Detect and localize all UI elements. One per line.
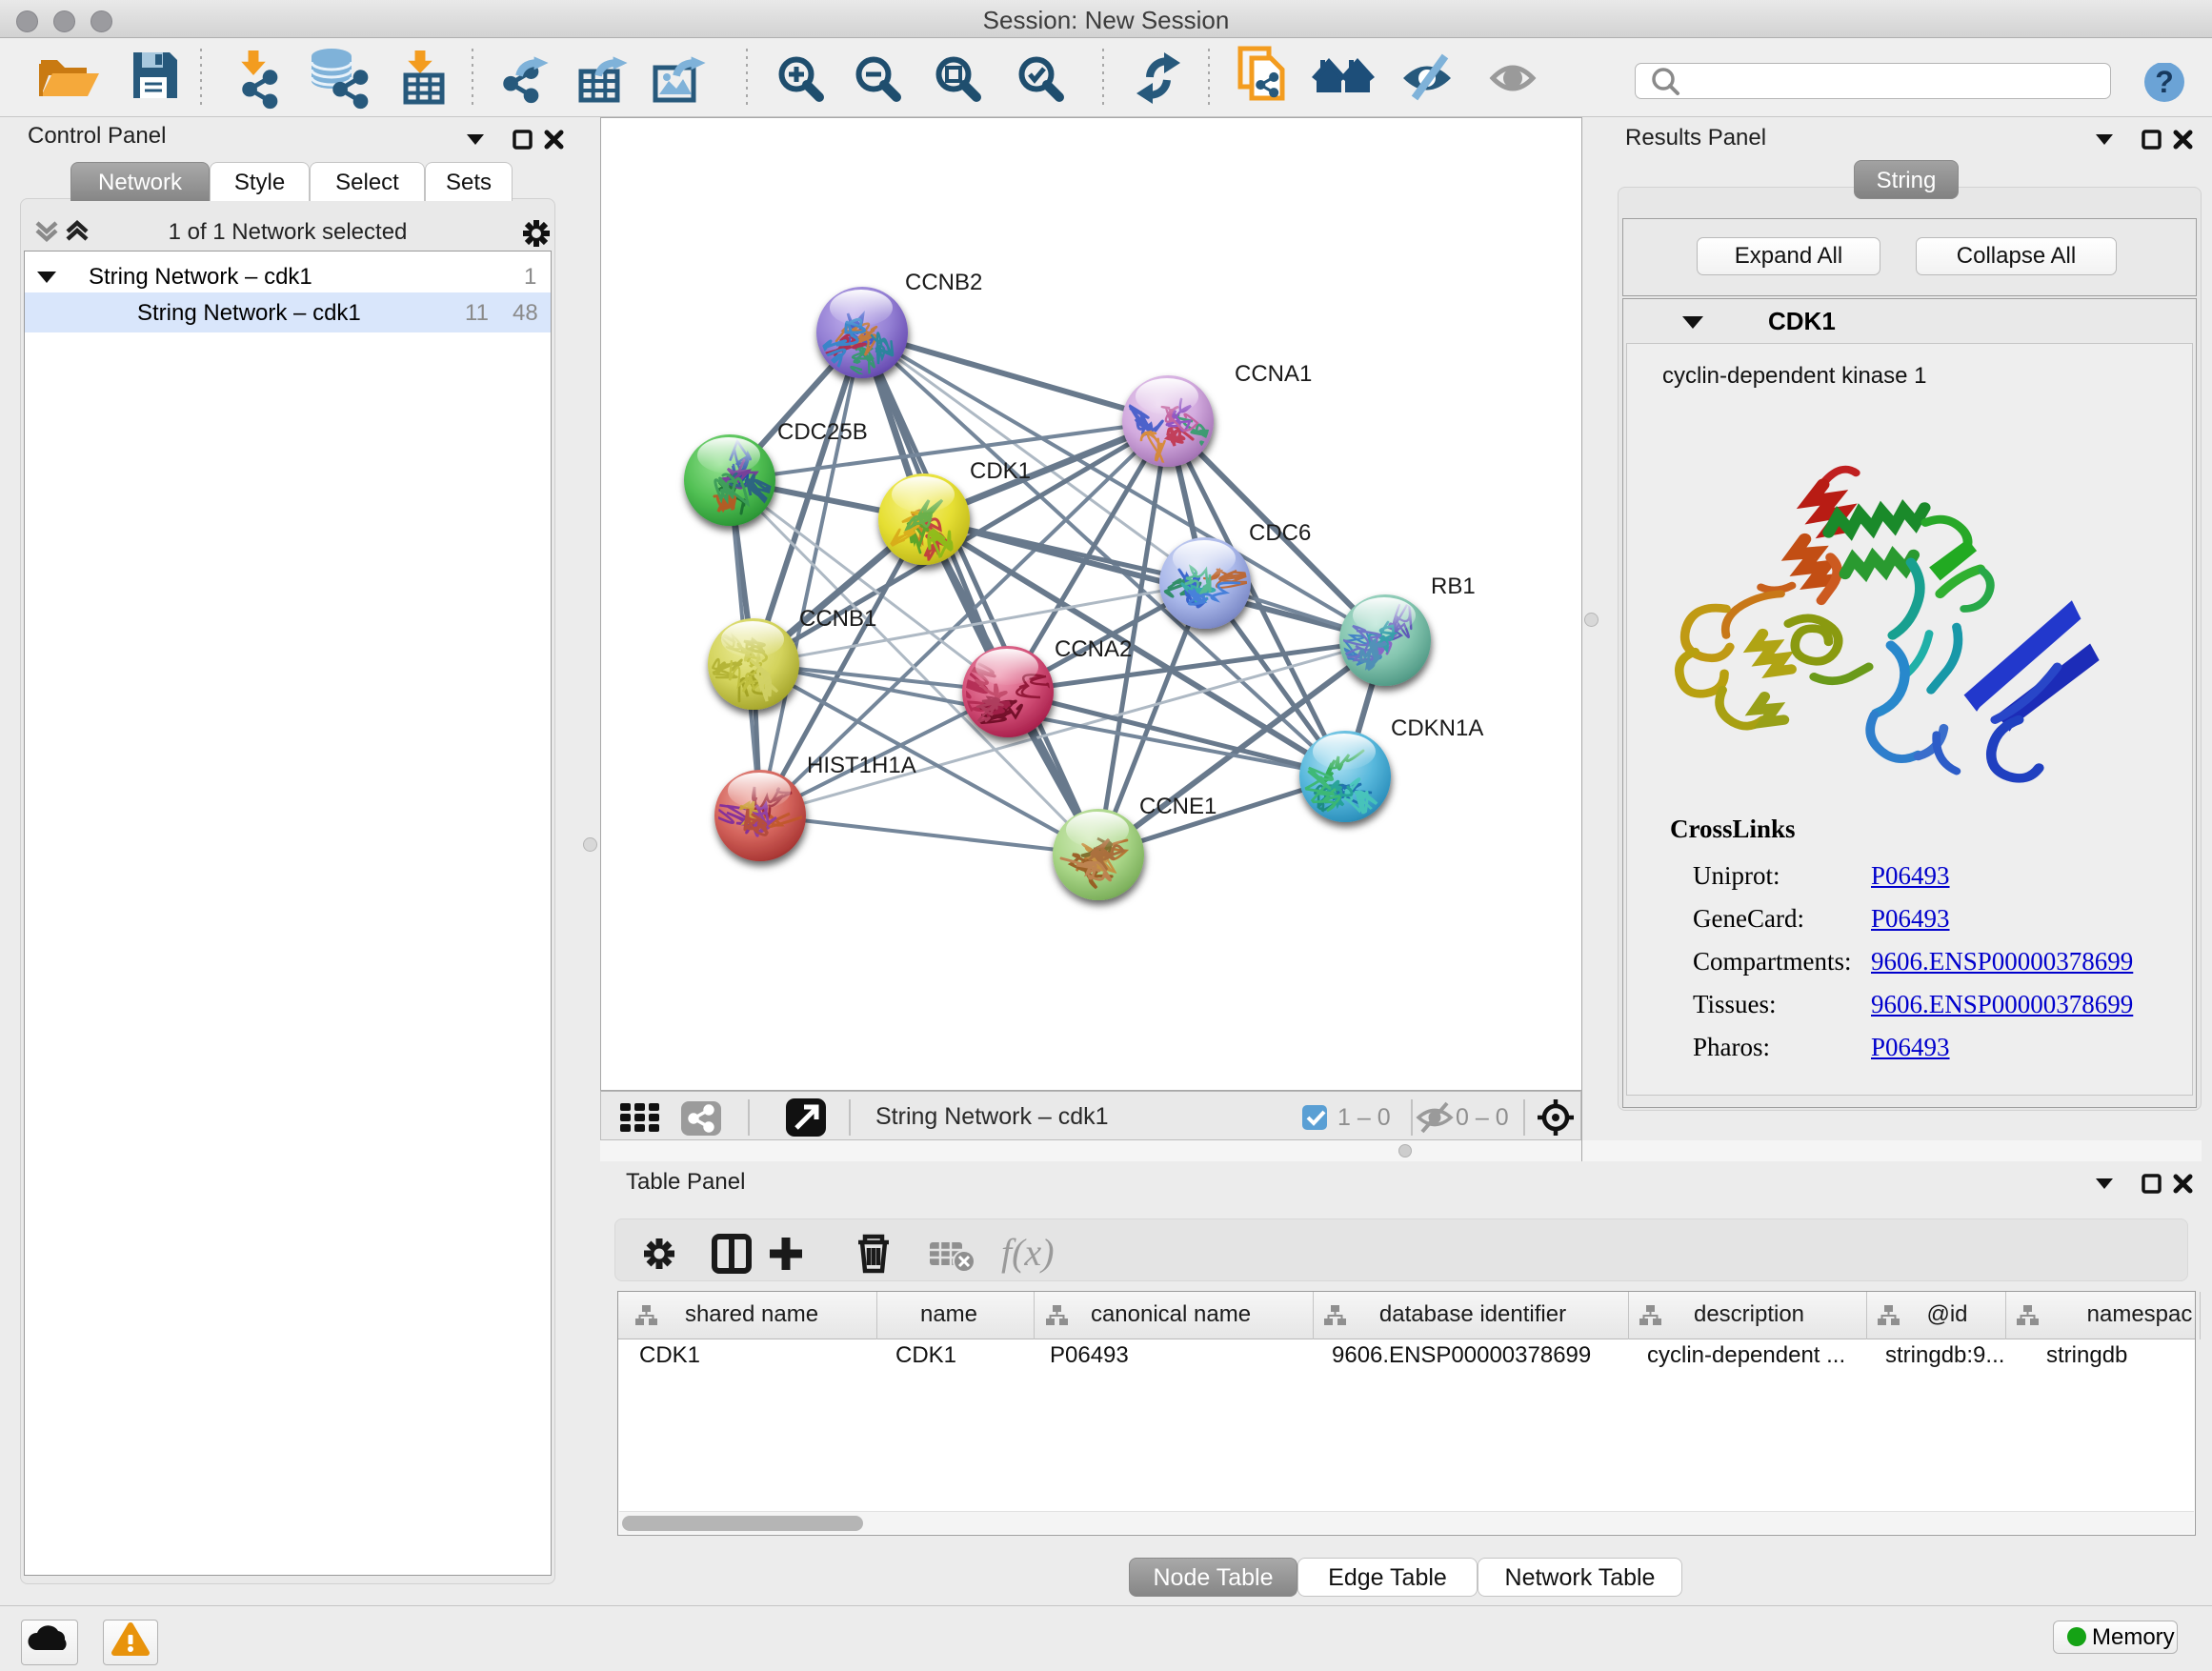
svg-text:CCNB1: CCNB1 — [799, 606, 876, 632]
svg-text:CDK1: CDK1 — [970, 458, 1031, 484]
svg-text:HIST1H1A: HIST1H1A — [807, 753, 916, 778]
svg-text:CCNB2: CCNB2 — [905, 270, 982, 295]
svg-text:CDC25B: CDC25B — [777, 419, 868, 445]
svg-text:CCNA1: CCNA1 — [1235, 361, 1312, 387]
svg-text:CDC6: CDC6 — [1249, 520, 1311, 546]
svg-text:?: ? — [2155, 65, 2174, 99]
svg-text:f(x): f(x) — [1001, 1231, 1055, 1274]
svg-text:CDKN1A: CDKN1A — [1391, 715, 1483, 741]
svg-text:CCNA2: CCNA2 — [1055, 636, 1132, 662]
svg-text:RB1: RB1 — [1431, 574, 1476, 599]
svg-text:CCNE1: CCNE1 — [1139, 794, 1217, 819]
